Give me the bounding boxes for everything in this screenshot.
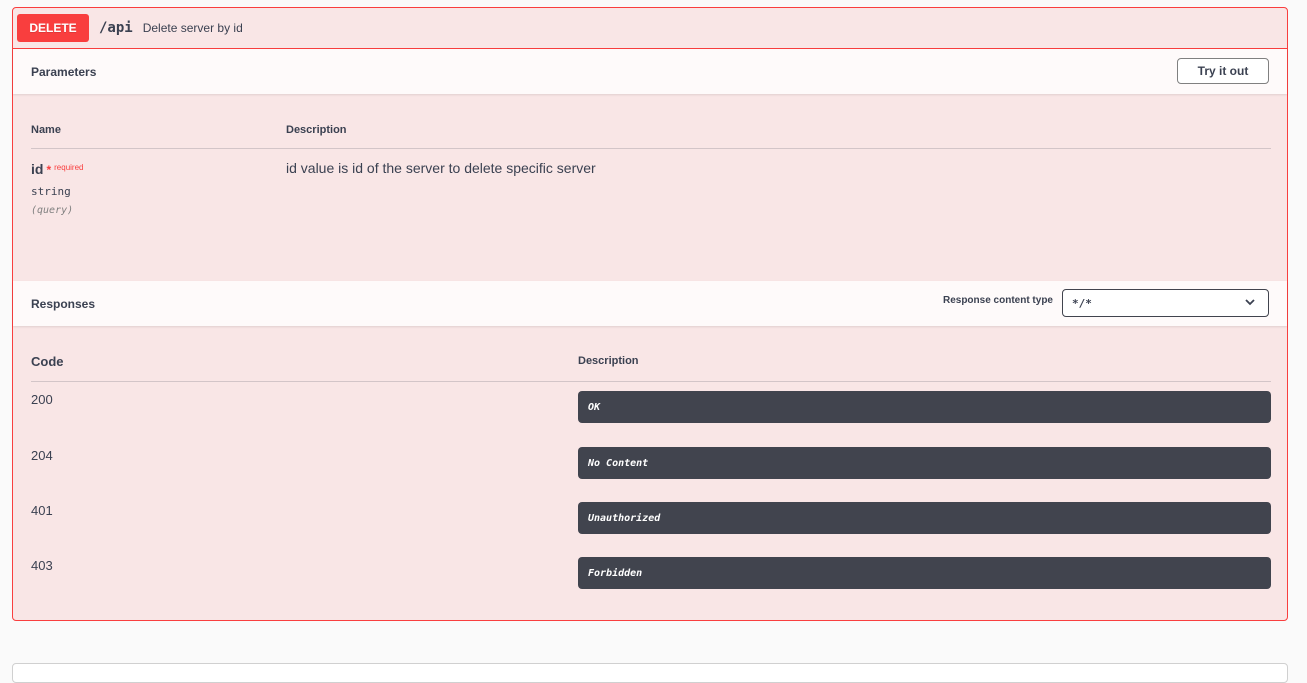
next-operation-block[interactable] — [12, 663, 1288, 683]
response-description: Unauthorized — [588, 512, 661, 524]
param-location: (query) — [31, 205, 74, 216]
content-type-select[interactable]: */* — [1062, 289, 1269, 317]
param-type: string — [31, 185, 71, 198]
response-description-box: Unauthorized — [578, 502, 1271, 534]
response-code-column-header: Code — [31, 354, 64, 369]
responses-header: Responses Response content type */* — [13, 281, 1287, 326]
param-name: id * required — [31, 161, 83, 177]
required-star: * — [46, 163, 52, 177]
param-header-divider — [31, 148, 1271, 149]
parameters-header: Parameters Try it out — [13, 49, 1287, 94]
content-type-label: Response content type — [942, 295, 1053, 306]
response-description: OK — [588, 401, 601, 413]
response-description: No Content — [588, 457, 649, 469]
try-it-out-button[interactable]: Try it out — [1177, 58, 1269, 84]
parameters-title: Parameters — [31, 64, 97, 79]
response-description-box: Forbidden — [578, 557, 1271, 589]
operation-path: /api — [99, 20, 133, 36]
response-description-column-header: Description — [578, 355, 639, 367]
response-code: 401 — [31, 503, 53, 518]
response-code: 204 — [31, 448, 53, 463]
response-description: Forbidden — [588, 567, 643, 579]
response-code: 200 — [31, 392, 53, 407]
response-code: 403 — [31, 558, 53, 573]
param-name-column-header: Name — [31, 124, 61, 136]
response-header-divider — [31, 381, 1271, 382]
operation-summary-text: Delete server by id — [142, 21, 243, 35]
param-description: id value is id of the server to delete s… — [286, 160, 596, 176]
method-badge: DELETE — [17, 14, 89, 42]
responses-title: Responses — [31, 296, 96, 311]
param-description-column-header: Description — [286, 124, 347, 136]
chevron-down-icon — [1244, 295, 1256, 312]
delete-operation-block: DELETE /api Delete server by id Paramete… — [12, 7, 1288, 621]
response-description-box: OK — [578, 391, 1271, 423]
required-label: required — [54, 163, 84, 172]
param-name-text: id — [31, 161, 44, 177]
operation-summary[interactable]: DELETE /api Delete server by id — [13, 8, 1287, 49]
content-type-value: */* — [1072, 296, 1092, 310]
response-description-box: No Content — [578, 447, 1271, 479]
